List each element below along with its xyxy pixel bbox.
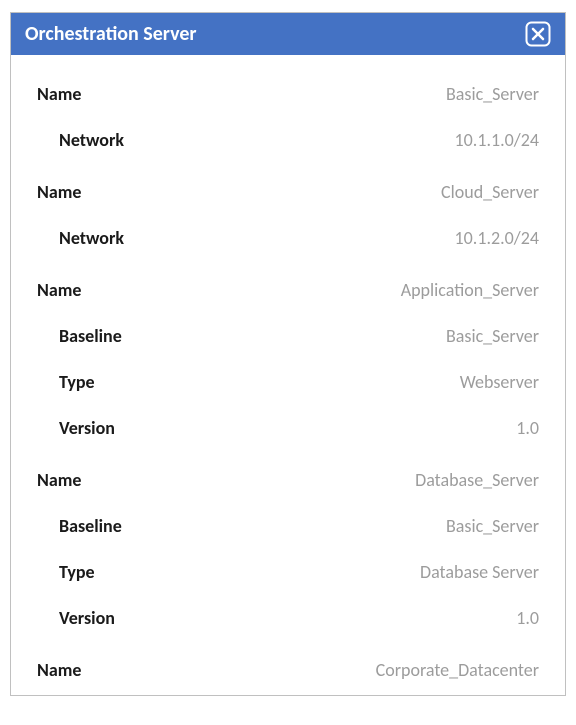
network-value: 10.1.2.0/24 — [455, 227, 539, 249]
entry-prop-row: Network 10.1.2.0/24 — [37, 215, 539, 261]
type-label: Type — [37, 561, 95, 583]
entry-prop-row: Network 10.1.1.0/24 — [37, 117, 539, 163]
content-area: Name Basic_Server Network 10.1.1.0/24 Na… — [11, 55, 565, 695]
name-value: Database_Server — [415, 469, 539, 491]
titlebar: Orchestration Server — [11, 13, 565, 55]
name-label: Name — [37, 181, 81, 203]
type-label: Type — [37, 371, 95, 393]
network-label: Network — [37, 129, 124, 151]
orchestration-server-panel: Orchestration Server Name Basic_Server N… — [10, 12, 566, 696]
version-value: 1.0 — [516, 607, 539, 629]
entry-prop-row: Version 1.0 — [37, 595, 539, 641]
type-value: Webserver — [460, 371, 539, 393]
name-label: Name — [37, 279, 81, 301]
baseline-value: Basic_Server — [446, 325, 539, 347]
entry-prop-row: Baseline Basic_Server — [37, 503, 539, 549]
name-value: Cloud_Server — [441, 181, 539, 203]
entry-prop-row: Version 1.0 — [37, 405, 539, 451]
entry-name-row: Name Application_Server — [37, 261, 539, 313]
version-label: Version — [37, 417, 115, 439]
entry-name-row: Name Corporate_Datacenter — [37, 641, 539, 693]
entry-prop-row: Type Database Server — [37, 549, 539, 595]
network-value: 10.1.1.0/24 — [455, 129, 539, 151]
entry-name-row: Name Cloud_Server — [37, 163, 539, 215]
entry-prop-row: Baseline Basic_Server — [37, 313, 539, 359]
baseline-value: Basic_Server — [446, 515, 539, 537]
version-label: Version — [37, 607, 115, 629]
name-label: Name — [37, 469, 81, 491]
name-label: Name — [37, 83, 81, 105]
baseline-label: Baseline — [37, 325, 122, 347]
version-value: 1.0 — [516, 417, 539, 439]
titlebar-title: Orchestration Server — [25, 22, 197, 46]
entry-name-row: Name Basic_Server — [37, 65, 539, 117]
entry-name-row: Name Database_Server — [37, 451, 539, 503]
type-value: Database Server — [420, 561, 539, 583]
entry-prop-row: Type Webserver — [37, 359, 539, 405]
name-value: Corporate_Datacenter — [376, 659, 539, 681]
network-label: Network — [37, 227, 124, 249]
close-icon[interactable] — [525, 21, 551, 47]
name-value: Basic_Server — [446, 83, 539, 105]
baseline-label: Baseline — [37, 515, 122, 537]
name-label: Name — [37, 659, 81, 681]
name-value: Application_Server — [401, 279, 539, 301]
